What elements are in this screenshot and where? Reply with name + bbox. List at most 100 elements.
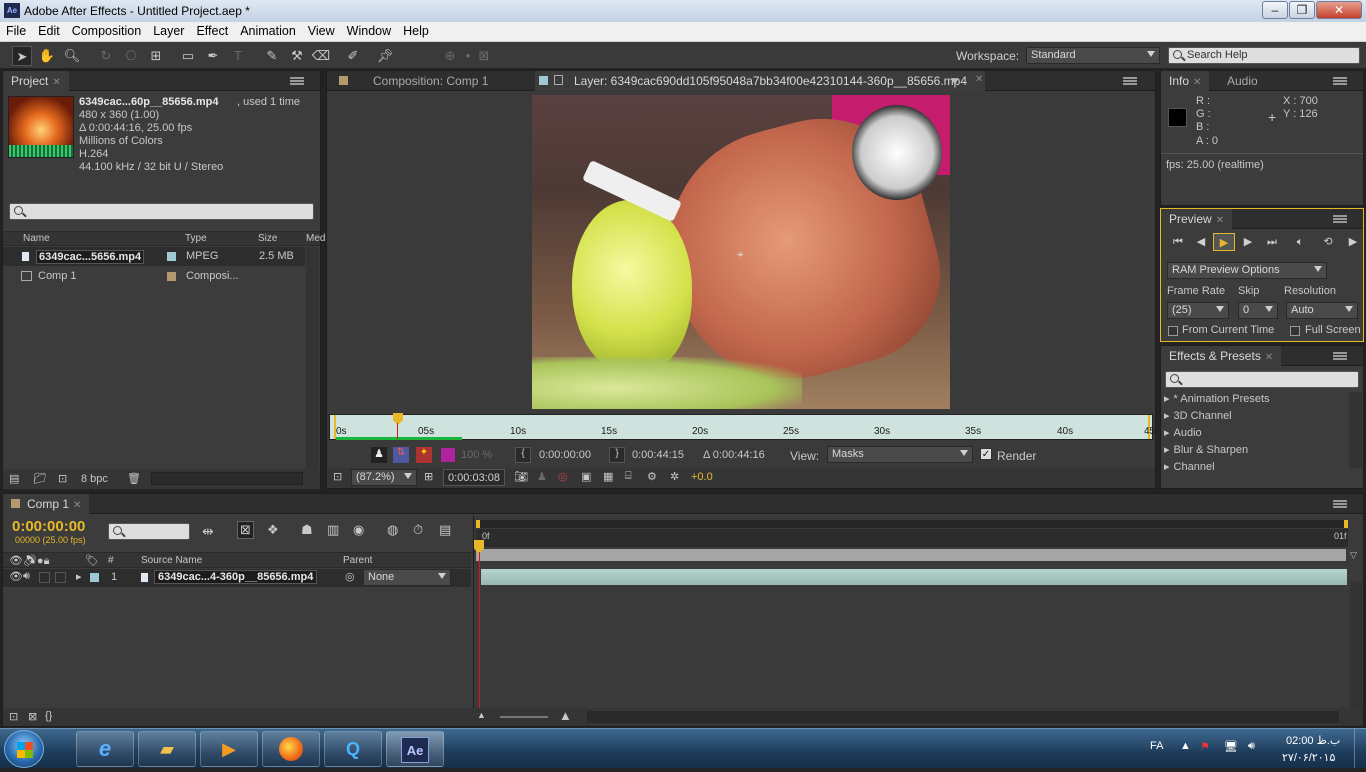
col-media[interactable]: Med — [306, 233, 325, 244]
internet-explorer-taskbar-button[interactable]: e — [76, 731, 134, 767]
project-search-input[interactable] — [9, 203, 314, 220]
next-frame-icon[interactable]: ▶ — [1237, 233, 1259, 251]
ram-preview-icon[interactable]: ▶ — [1342, 233, 1364, 251]
axis-local-icon[interactable]: ⊕ — [440, 46, 460, 66]
set-out-point-button[interactable]: } — [609, 447, 625, 463]
show-hidden-icons[interactable]: ▲ — [1180, 740, 1191, 752]
interpret-footage-icon[interactable]: ▤ — [9, 472, 19, 485]
menu-view[interactable]: View — [302, 22, 341, 42]
mute-audio-icon[interactable]: 🔈︎ — [1289, 233, 1311, 251]
current-time-display[interactable]: 0:00:03:08 — [443, 469, 505, 486]
close-icon[interactable]: ✕ — [975, 74, 983, 85]
skip-dropdown[interactable]: 0 — [1238, 302, 1278, 319]
project-item-comp[interactable]: Comp 1 Composi... — [3, 267, 305, 286]
project-scrollbar[interactable] — [306, 247, 319, 469]
menu-window[interactable]: Window — [341, 22, 397, 42]
language-indicator[interactable]: FA — [1150, 740, 1163, 752]
frame-blending-icon[interactable]: ▥ — [327, 522, 339, 538]
play-pause-icon[interactable]: ▶ — [1213, 233, 1235, 251]
clone-stamp-tool-icon[interactable]: ⚒ — [287, 46, 307, 66]
col-source-name[interactable]: Source Name — [141, 555, 202, 566]
transparency-grid-icon[interactable]: ▦ — [603, 470, 613, 483]
hide-shy-layers-icon[interactable]: ☗ — [301, 522, 313, 538]
expand-in-out-icon[interactable]: {} — [45, 710, 52, 722]
brush-tool-icon[interactable]: ✎ — [262, 46, 282, 66]
file-explorer-taskbar-button[interactable]: ▰ — [138, 731, 196, 767]
expand-triangle-icon[interactable]: ▸ — [76, 570, 82, 583]
action-center-icon[interactable]: ⚑ — [1200, 740, 1210, 753]
first-frame-icon[interactable]: ⏮ — [1167, 233, 1189, 251]
in-point-time[interactable]: 0:00:00:00 — [539, 449, 591, 461]
previous-frame-icon[interactable]: ◀ — [1190, 233, 1212, 251]
snapshot-camera-icon[interactable]: 📷︎ — [514, 470, 528, 483]
layer-duration-bar[interactable] — [481, 569, 1347, 585]
magnification-dropdown[interactable]: (87.2%) — [351, 469, 417, 486]
region-of-interest-icon[interactable]: ▣ — [581, 470, 591, 483]
project-hscrollbar[interactable] — [151, 472, 303, 485]
video-frame[interactable]: ⌖ — [532, 95, 950, 409]
close-icon[interactable]: ✕ — [1265, 352, 1273, 363]
timeline-hscrollbar[interactable] — [587, 711, 1339, 723]
layer-lock-toggle[interactable] — [55, 572, 66, 583]
tab-comp1[interactable]: Comp 1 ✕ — [3, 494, 90, 514]
layer-visibility-icon[interactable]: 👁︎ — [9, 570, 23, 583]
effects-item[interactable]: ▸ Channel — [1164, 460, 1344, 479]
eraser-tool-icon[interactable]: ⌫ — [311, 46, 331, 66]
full-screen-checkbox[interactable] — [1290, 326, 1300, 336]
pick-whip-icon[interactable]: ◎ — [345, 570, 355, 583]
new-composition-icon[interactable]: ⊡ — [58, 472, 67, 485]
layer-label-swatch[interactable] — [90, 573, 99, 582]
rotation-tool-icon[interactable]: ↻ — [96, 46, 116, 66]
type-tool-icon[interactable]: T — [228, 46, 248, 66]
roto-brush-tool-icon[interactable]: ✐ — [343, 46, 363, 66]
layer-time-ruler[interactable]: 0s 05s 10s 15s 20s 25s 30s 35s 40s 45 — [329, 413, 1155, 440]
search-help-input[interactable]: Search Help — [1168, 47, 1360, 64]
zoom-out-icon[interactable]: ▲ — [477, 710, 486, 720]
label-column-icon[interactable]: 🏷︎ — [85, 554, 99, 567]
col-size[interactable]: Size — [258, 233, 277, 244]
tab-audio[interactable]: Audio — [1219, 71, 1266, 91]
auto-keyframe-icon[interactable]: ⏱ — [413, 522, 423, 538]
menu-effect[interactable]: Effect — [190, 22, 234, 42]
timeline-current-time[interactable]: 0:00:00:00 — [12, 518, 85, 535]
channels-icon[interactable]: ◎ — [558, 470, 568, 483]
expand-transfer-controls-icon[interactable]: ⊠ — [28, 710, 37, 723]
navigator-start[interactable] — [476, 520, 480, 528]
hand-tool-icon[interactable]: ✋ — [37, 46, 57, 66]
menu-composition[interactable]: Composition — [66, 22, 147, 42]
camera-tool-icon[interactable]: ⎔ — [121, 46, 141, 66]
fast-previews-icon[interactable]: ⚙ — [647, 470, 657, 483]
timeline-vscrollbar[interactable] — [1350, 582, 1362, 716]
show-desktop-button[interactable] — [1354, 729, 1366, 768]
project-bpc[interactable]: 8 bpc — [81, 473, 108, 485]
panel-menu-icon[interactable] — [290, 77, 304, 85]
loop-icon[interactable]: ⟲ — [1317, 233, 1339, 251]
close-icon[interactable]: ✕ — [52, 77, 60, 88]
reset-exposure-icon[interactable]: ✲ — [670, 470, 679, 483]
title-action-safe-icon[interactable]: ⊞ — [424, 470, 433, 483]
project-item-footage[interactable]: 6349cac...5656.mp4 MPEG 2.5 MB — [3, 247, 305, 266]
current-time-indicator[interactable] — [393, 413, 403, 425]
close-icon[interactable]: ✕ — [73, 500, 81, 511]
volume-icon[interactable]: 🔊︎ — [1248, 740, 1255, 753]
work-area-navigator[interactable] — [476, 520, 1348, 528]
panel-menu-icon[interactable] — [1333, 77, 1347, 85]
puppet-pin-tool-icon[interactable]: 📌︎ — [375, 46, 395, 66]
effects-scrollbar[interactable] — [1349, 392, 1362, 468]
exposure-value[interactable]: +0.0 — [691, 471, 713, 483]
menu-file[interactable]: File — [0, 22, 32, 42]
after-effects-taskbar-button[interactable]: Ae — [386, 731, 444, 767]
start-button[interactable] — [4, 730, 44, 768]
quicktime-taskbar-button[interactable]: Q — [324, 731, 382, 767]
trash-icon[interactable]: 🗑︎ — [127, 472, 141, 485]
draft-3d-icon[interactable]: ❖ — [267, 522, 279, 538]
clock-date[interactable]: ۲۷/۰۶/۲۰۱۵ — [1282, 751, 1335, 764]
close-button[interactable]: ✕ — [1316, 1, 1362, 19]
tab-preview[interactable]: Preview ✕ — [1161, 209, 1233, 229]
chevron-down-icon[interactable]: ▼ — [949, 74, 961, 88]
menu-edit[interactable]: Edit — [32, 22, 66, 42]
zoom-tool-icon[interactable]: 🔍︎ — [62, 46, 82, 66]
col-name[interactable]: Name — [23, 233, 50, 244]
workspace-dropdown[interactable]: Standard — [1026, 47, 1160, 64]
clock-time[interactable]: 02:00 ب.ظ — [1286, 734, 1340, 747]
